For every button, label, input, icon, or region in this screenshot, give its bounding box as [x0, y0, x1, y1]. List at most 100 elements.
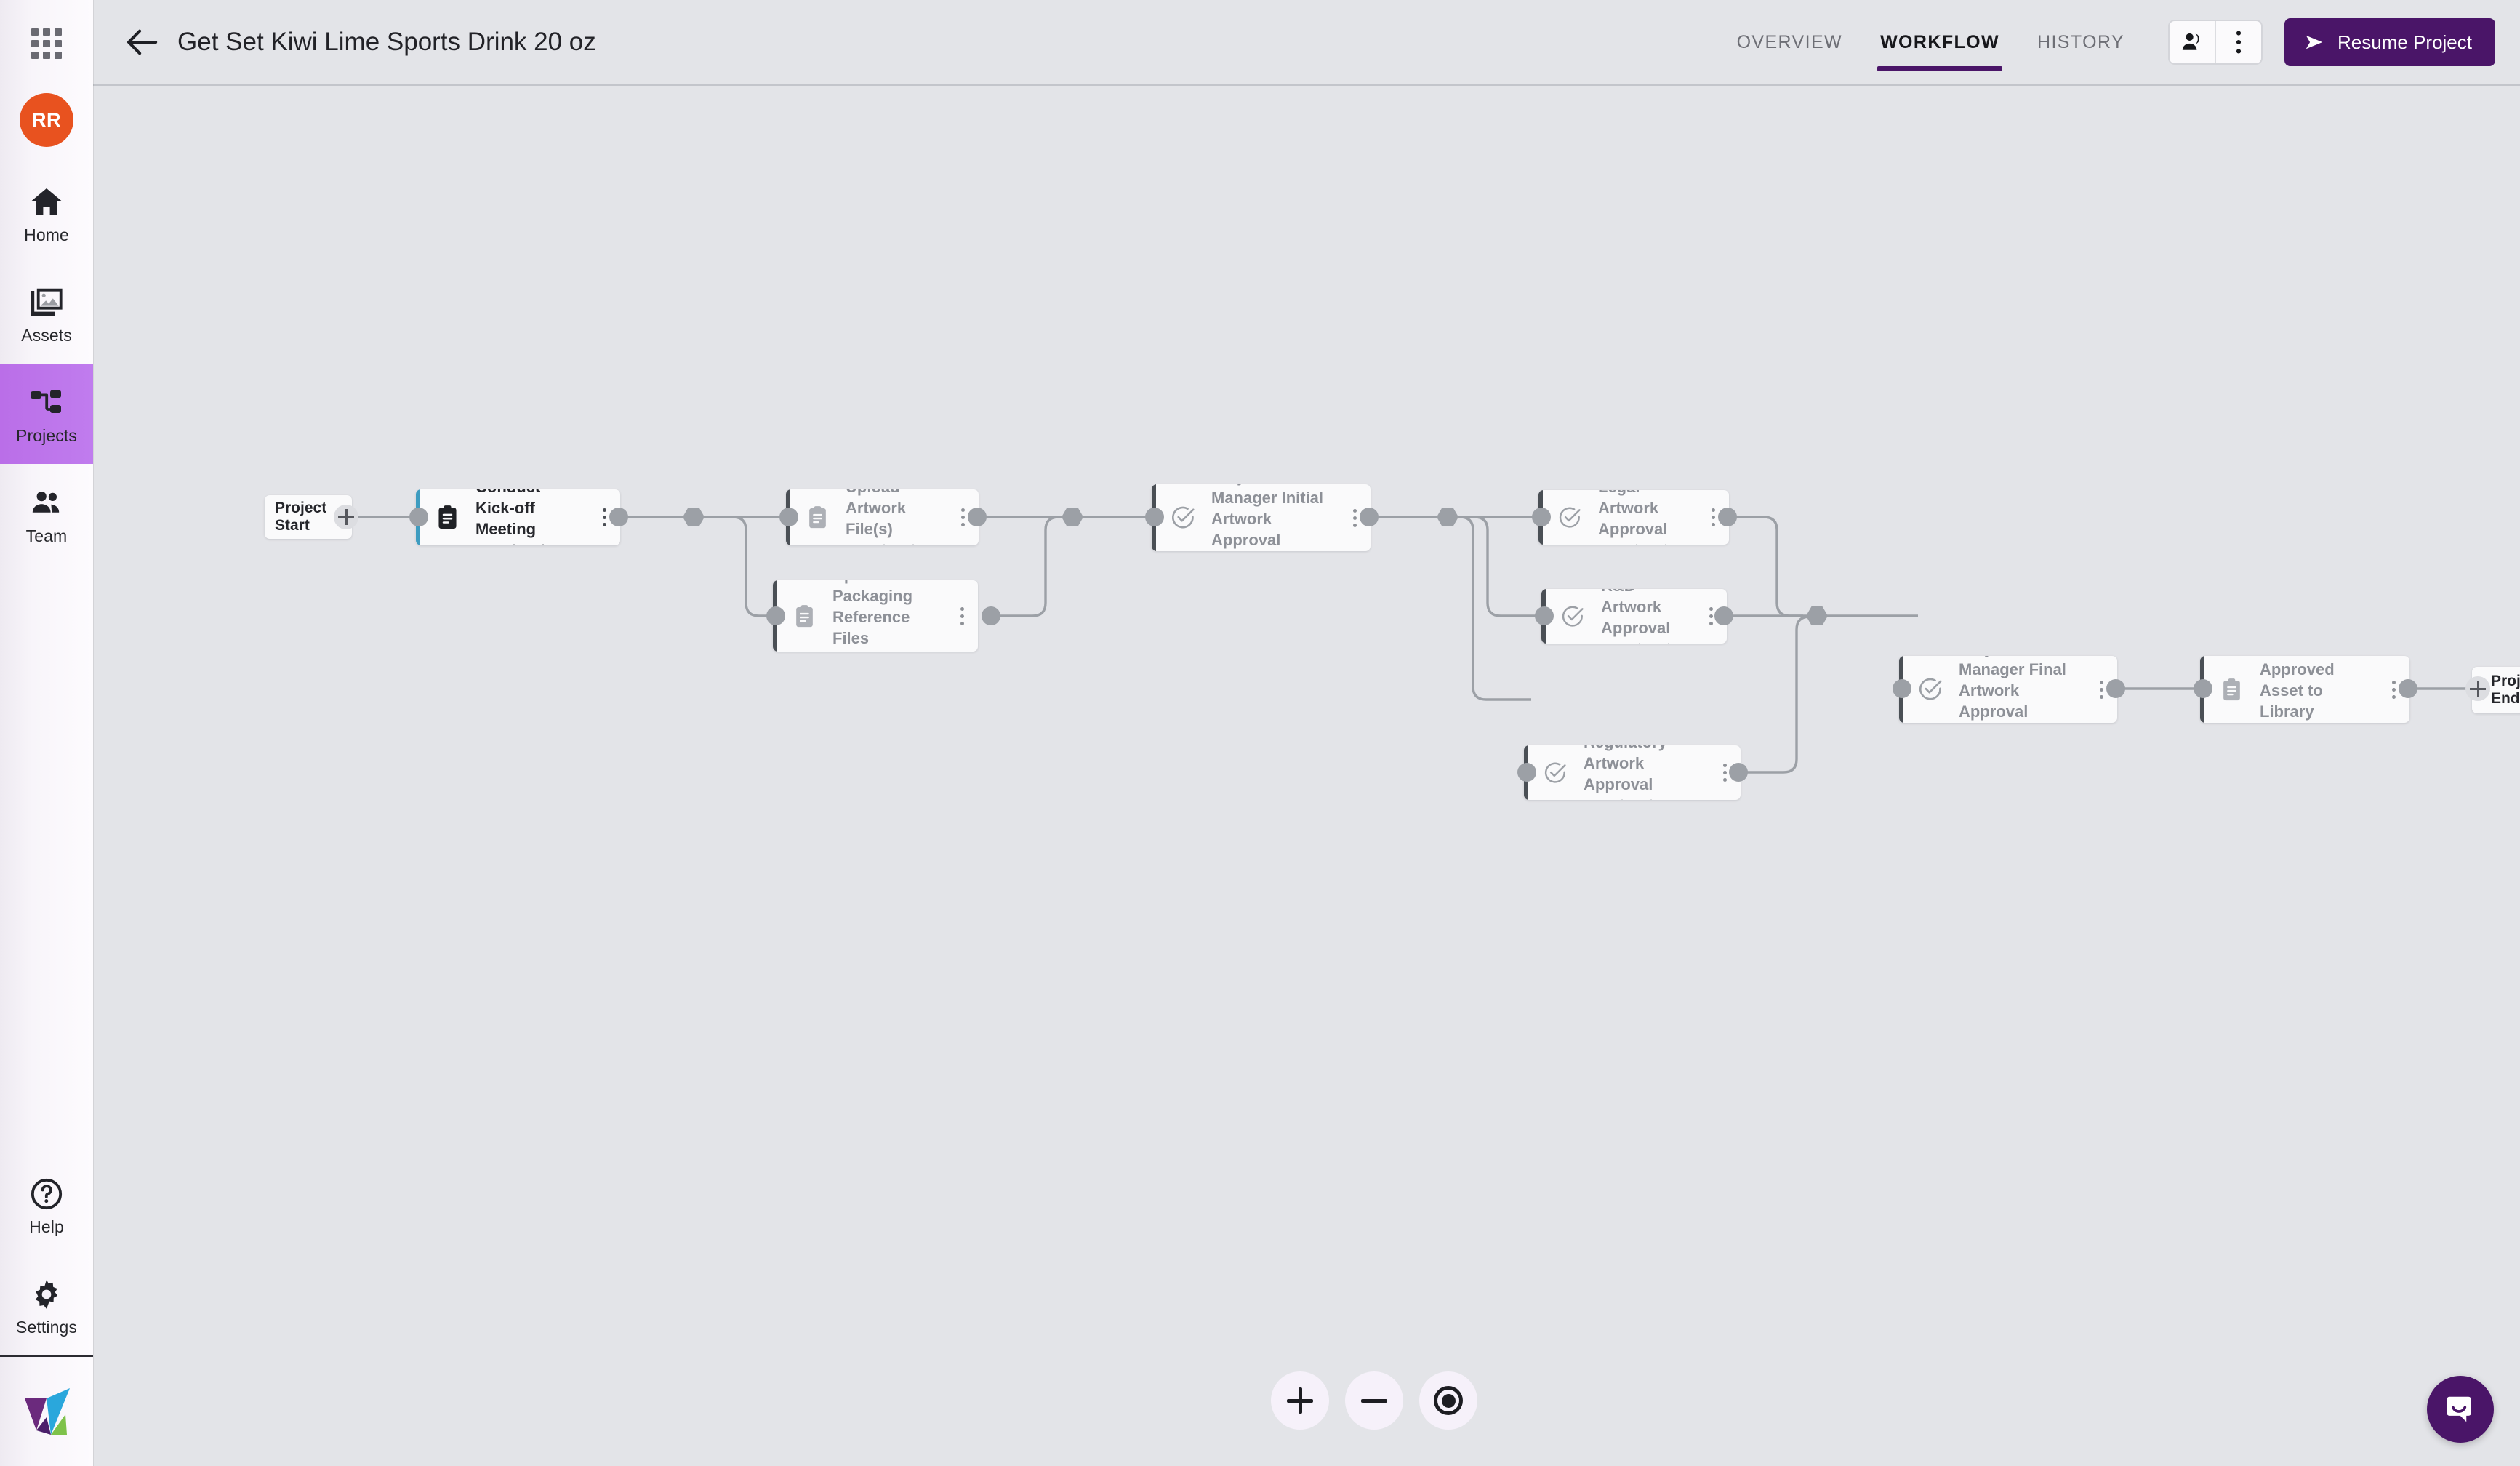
fit-to-view-button[interactable]	[1419, 1371, 1477, 1430]
main-area: Get Set Kiwi Lime Sports Drink 20 oz OVE…	[93, 0, 2520, 1466]
node-lock-move-output-port[interactable]	[2399, 679, 2417, 698]
project-end-label: Project End	[2491, 673, 2520, 707]
node-regulatory-output-port[interactable]	[1729, 763, 1748, 782]
sidebar-item-home-label: Home	[24, 225, 69, 244]
node-pm-final-input-port[interactable]	[1893, 679, 1911, 698]
zoom-in-button[interactable]	[1271, 1371, 1329, 1430]
sidebar-item-assets-label: Assets	[21, 325, 72, 345]
grid-apps-icon	[31, 28, 62, 59]
minus-icon	[1361, 1398, 1387, 1403]
send-arrow-icon	[2306, 35, 2323, 49]
tab-history[interactable]: HISTORY	[2018, 0, 2143, 84]
sidebar-item-team-label: Team	[25, 526, 68, 545]
approval-check-icon	[1540, 761, 1570, 785]
node-assignee: Unassigned	[475, 542, 581, 545]
node-title: Regulatory Artwork Approval	[1584, 745, 1667, 793]
left-sidebar: RR Home Assets Projects Team Help Settin…	[0, 0, 93, 1466]
chat-support-button[interactable]	[2427, 1376, 2494, 1443]
node-menu-button[interactable]	[946, 606, 978, 625]
workflow-node-legal-approval[interactable]: Legal Artwork Approval Unassigned	[1538, 490, 1729, 545]
project-start-label: Project Start	[275, 500, 327, 534]
workflow-node-kickoff[interactable]: Conduct Kick-off Meeting Unassigned	[416, 489, 620, 545]
node-text: Regulatory Artwork Approval Unassigned	[1570, 745, 1709, 800]
sidebar-item-settings-label: Settings	[16, 1317, 77, 1337]
sidebar-item-home[interactable]: Home	[0, 163, 93, 263]
sidebar-item-help-label: Help	[29, 1217, 64, 1236]
sidebar-item-projects-label: Projects	[16, 425, 77, 445]
workflow-nodes-icon	[29, 382, 64, 423]
tab-workflow[interactable]: WORKFLOW	[1861, 0, 2018, 84]
node-legal-input-port[interactable]	[1532, 508, 1551, 526]
approval-check-icon	[1915, 677, 1946, 702]
node-pm-initial-input-port[interactable]	[1145, 508, 1164, 526]
workflow-node-lock-move-asset[interactable]: Lock & Move Approved Asset to Library Un…	[2200, 656, 2409, 723]
node-title: Upload Packaging Reference Files	[832, 580, 913, 647]
node-assignee: Unassigned	[846, 542, 939, 545]
workflow-node-pm-initial-approval[interactable]: Project Manager Initial Artwork Approval…	[1152, 484, 1371, 551]
workflow-canvas[interactable]: Project Start Project End	[93, 87, 2520, 1466]
page-title: Get Set Kiwi Lime Sports Drink 20 oz	[177, 28, 596, 56]
node-assignee: Unassigned	[1598, 542, 1690, 545]
node-legal-output-port[interactable]	[1718, 508, 1737, 526]
sidebar-item-settings[interactable]: Settings	[0, 1255, 93, 1355]
chat-smile-icon	[2447, 1396, 2471, 1422]
project-end-add-port[interactable]	[2465, 676, 2490, 701]
node-upload-artwork-input-port[interactable]	[779, 508, 798, 526]
workflow-node-regulatory-approval[interactable]: Regulatory Artwork Approval Unassigned	[1524, 745, 1741, 800]
node-pm-final-output-port[interactable]	[2106, 679, 2125, 698]
node-rnd-output-port[interactable]	[1714, 606, 1733, 625]
workflow-node-upload-packaging[interactable]: Upload Packaging Reference Files Unassig…	[773, 580, 978, 652]
avatar[interactable]: RR	[20, 93, 73, 147]
task-clipboard-icon	[789, 604, 819, 628]
approval-check-icon	[1168, 505, 1198, 530]
node-assignee: Unassigned	[832, 651, 939, 652]
more-vertical-icon	[2236, 31, 2242, 54]
sidebar-item-help[interactable]: Help	[0, 1155, 93, 1255]
node-text: R&D Artwork Approval Unassigned	[1588, 589, 1695, 644]
node-upload-packaging-input-port[interactable]	[766, 606, 785, 625]
task-clipboard-icon	[2216, 678, 2247, 702]
node-lock-move-input-port[interactable]	[2194, 679, 2212, 698]
node-rnd-input-port[interactable]	[1535, 606, 1554, 625]
approval-check-icon	[1557, 605, 1588, 628]
back-button[interactable]	[119, 20, 164, 65]
zoom-out-button[interactable]	[1345, 1371, 1403, 1430]
workflow-node-pm-final-approval[interactable]: Project Manager Final Artwork Approval U…	[1899, 656, 2117, 723]
more-options-button[interactable]	[2216, 21, 2261, 63]
node-assignee: Unassigned	[1601, 641, 1688, 644]
resume-project-button[interactable]: Resume Project	[2284, 18, 2495, 66]
task-clipboard-icon	[802, 505, 832, 529]
people-icon	[29, 483, 64, 524]
node-title: Project Manager Initial Artwork Approval	[1211, 484, 1324, 549]
company-logo-icon	[0, 1357, 93, 1466]
node-kickoff-input-port[interactable]	[409, 508, 428, 526]
node-title: Legal Artwork Approval	[1598, 490, 1668, 538]
node-title: Conduct Kick-off Meeting	[475, 489, 540, 538]
header-icon-group	[2168, 20, 2263, 65]
tab-overview[interactable]: OVERVIEW	[1718, 0, 1862, 84]
workflow-node-rnd-approval[interactable]: R&D Artwork Approval Unassigned	[1541, 589, 1727, 644]
node-text: Project Manager Final Artwork Approval U…	[1946, 656, 2085, 723]
app-root: RR Home Assets Projects Team Help Settin…	[0, 0, 2520, 1466]
home-icon	[29, 182, 64, 223]
sidebar-item-team[interactable]: Team	[0, 464, 93, 564]
workflow-node-upload-artwork[interactable]: Upload Artwork File(s) Unassigned	[786, 489, 979, 545]
apps-grid-button[interactable]	[0, 0, 93, 87]
node-title: Upload Artwork File(s)	[846, 489, 907, 538]
manage-members-button[interactable]	[2170, 21, 2215, 63]
node-text: Upload Packaging Reference Files Unassig…	[819, 580, 946, 652]
node-regulatory-input-port[interactable]	[1517, 763, 1536, 782]
question-circle-icon	[30, 1174, 63, 1214]
gear-icon	[30, 1274, 63, 1315]
node-kickoff-output-port[interactable]	[609, 508, 628, 526]
node-upload-packaging-output-port[interactable]	[982, 606, 1000, 625]
approval-check-icon	[1554, 506, 1585, 529]
node-pm-initial-output-port[interactable]	[1360, 508, 1379, 526]
node-assignee: Unassigned	[1584, 797, 1701, 800]
node-text: Lock & Move Approved Asset to Library Un…	[2247, 656, 2377, 723]
project-start-add-port[interactable]	[334, 505, 358, 529]
view-tabs: OVERVIEW WORKFLOW HISTORY	[1718, 0, 2143, 84]
node-upload-artwork-output-port[interactable]	[968, 508, 987, 526]
sidebar-item-assets[interactable]: Assets	[0, 263, 93, 364]
sidebar-item-projects[interactable]: Projects	[0, 364, 93, 464]
